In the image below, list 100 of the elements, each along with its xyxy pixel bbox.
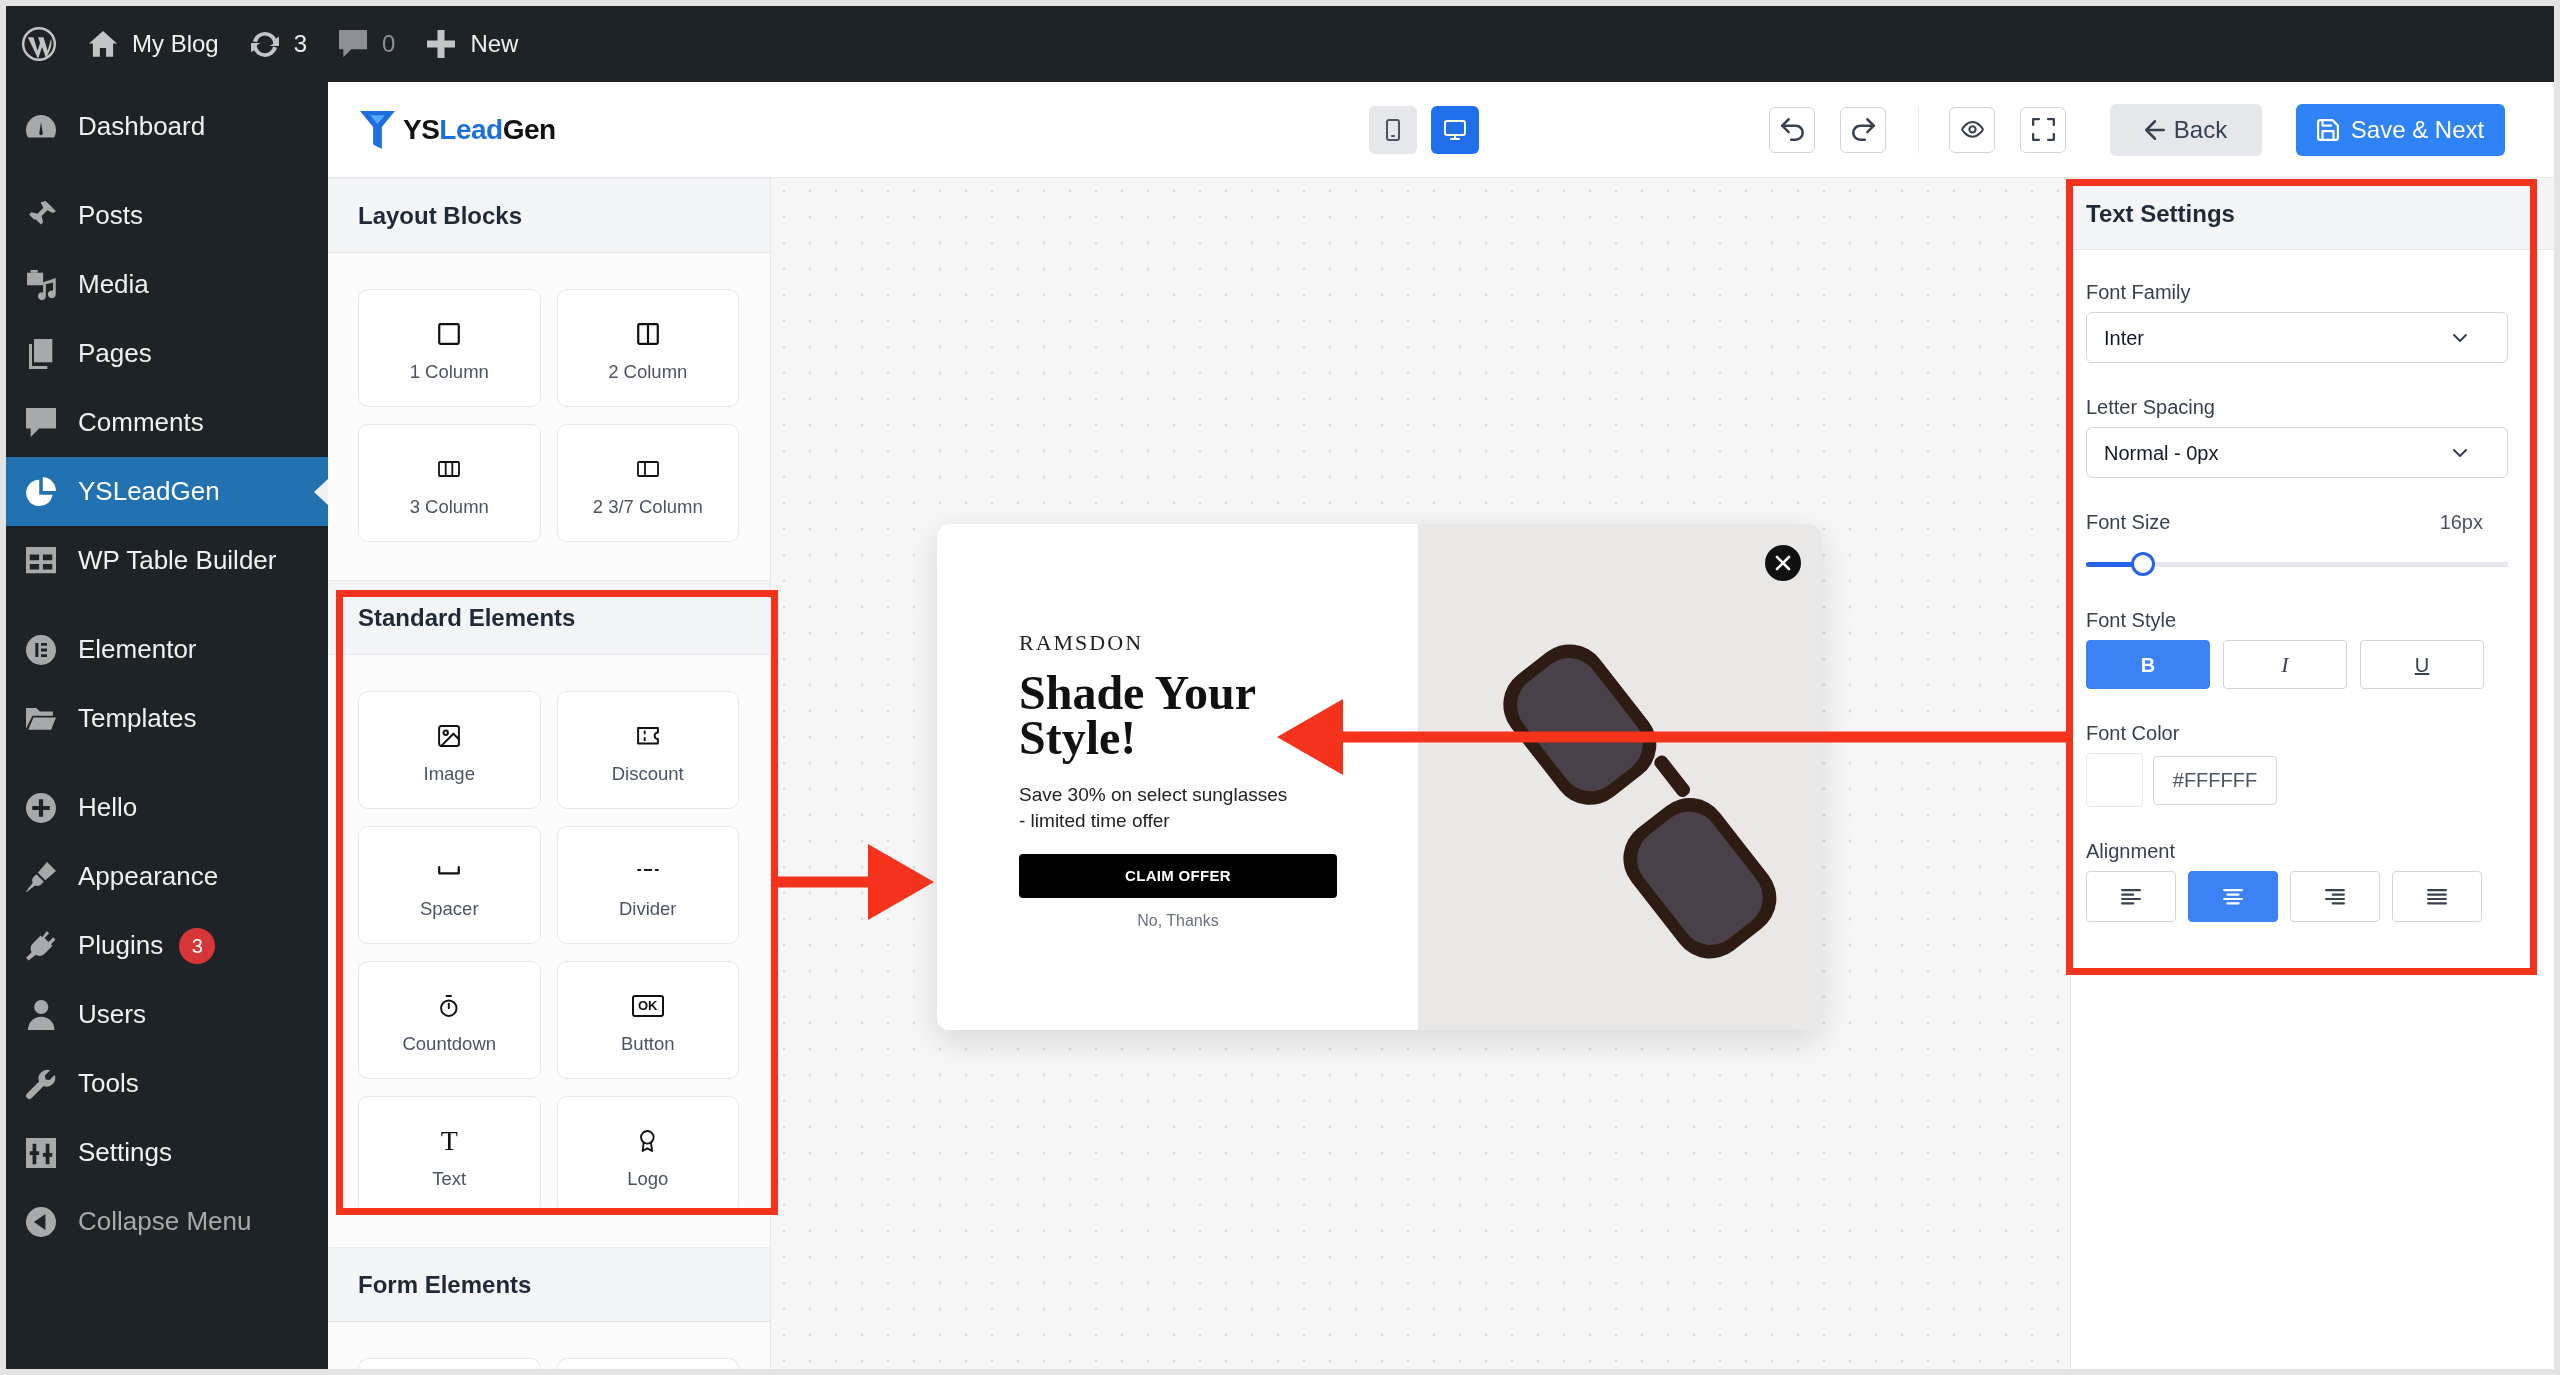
gauge-icon (26, 115, 56, 138)
claim-offer-button[interactable]: CLAIM OFFER (1019, 854, 1337, 898)
count-badge: 3 (179, 927, 216, 964)
fullscreen-button[interactable] (2020, 106, 2066, 153)
sidebar-item[interactable]: Dashboard (6, 92, 328, 161)
block-tile[interactable]: T Text (358, 1096, 541, 1209)
block-tile[interactable]: 2 Column (556, 289, 739, 407)
brand-name: YSLeadGen (403, 112, 556, 147)
arrow-left-icon (2144, 119, 2165, 140)
field-label: Letter Spacing (2086, 395, 2216, 419)
updates-link[interactable]: 3 (250, 31, 308, 57)
save-next-button[interactable]: Save & Next (2296, 103, 2505, 156)
sidebar-item[interactable]: Posts (6, 181, 328, 250)
align-right-icon (2325, 888, 2345, 905)
panel-heading: Text Settings (2071, 178, 2554, 250)
field-label: Font Family (2086, 280, 2192, 304)
section-heading: Layout Blocks (328, 178, 770, 253)
sidebar-item[interactable]: Users (6, 980, 328, 1049)
block-tile[interactable]: Image (358, 691, 541, 809)
font-family-select[interactable]: Inter (2086, 312, 2508, 363)
funnel-logo-icon (360, 110, 395, 149)
new-content-link[interactable]: New (427, 30, 519, 58)
sidebar-item[interactable]: Elementor (6, 615, 328, 684)
align-right-button[interactable] (2290, 871, 2380, 922)
block-tile[interactable]: 2 3/7 Column (556, 424, 739, 542)
ok-icon: OK (632, 994, 664, 1017)
text-icon: T (440, 1128, 458, 1153)
sidebar-item[interactable]: Plugins 3 (6, 911, 328, 980)
block-tile[interactable]: Countdown (358, 961, 541, 1079)
align-justify-button[interactable] (2392, 871, 2482, 922)
bold-toggle[interactable]: B (2086, 640, 2210, 689)
section-heading: Form Elements (328, 1247, 770, 1322)
align-left-button[interactable] (2086, 871, 2176, 922)
slider-thumb[interactable] (2130, 552, 2155, 576)
close-icon (1776, 556, 1790, 570)
dismiss-link[interactable]: No, Thanks (1137, 910, 1219, 932)
comments-link[interactable]: 0 (339, 30, 396, 58)
table-icon (26, 547, 56, 574)
back-button[interactable]: Back (2110, 103, 2262, 156)
two-column-icon (636, 322, 659, 345)
sidebar-item[interactable]: WP Table Builder (6, 526, 328, 595)
block-tile[interactable] (556, 1358, 739, 1369)
wrench-icon (26, 1068, 56, 1099)
popup-description: Save 30% on select sunglasses - limited time offer (1019, 783, 1288, 833)
undo-button[interactable] (1769, 106, 1815, 153)
brand-wordmark: RAMSDON (1019, 630, 1144, 656)
eye-icon (1960, 121, 1984, 138)
sidebar-item[interactable]: YSLeadGen (6, 457, 328, 526)
speech-bubble-icon (339, 30, 368, 58)
stopwatch-icon (440, 994, 459, 1017)
block-tile[interactable]: Spacer (358, 826, 541, 944)
align-justify-icon (2427, 888, 2447, 905)
fullscreen-icon (2031, 118, 2055, 141)
monitor-icon (1443, 119, 1466, 140)
sidebar-item[interactable]: Media (6, 250, 328, 319)
phone-icon (1385, 118, 1400, 141)
sidebar-item[interactable]: Hello (6, 773, 328, 842)
block-tile[interactable] (358, 1358, 541, 1369)
sidebar-item[interactable]: Tools (6, 1049, 328, 1118)
field-label: Font Style (2086, 608, 2178, 632)
divider-icon (636, 869, 659, 872)
camera-note-icon (26, 269, 56, 300)
ticket-icon (636, 726, 659, 745)
w-circle-logo-icon[interactable] (21, 26, 57, 62)
collapse-icon (26, 1206, 56, 1237)
sidebar-item[interactable]: Comments (6, 388, 328, 457)
collapse-menu-button[interactable]: Collapse Menu (6, 1187, 328, 1256)
sidebar-item[interactable]: Pages (6, 319, 328, 388)
pie-chart-icon (26, 476, 56, 507)
redo-button[interactable] (1840, 106, 1886, 153)
align-center-icon (2223, 888, 2243, 905)
user-icon (27, 999, 55, 1030)
block-tile[interactable]: Logo (556, 1096, 739, 1209)
sidebar-item[interactable]: Settings (6, 1118, 328, 1187)
image-icon (438, 724, 461, 747)
mobile-view-button[interactable] (1368, 105, 1417, 154)
sidebar-item[interactable]: Appearance (6, 842, 328, 911)
stacked-pages-icon (29, 338, 53, 369)
block-tile[interactable]: 1 Column (358, 289, 541, 407)
desktop-view-button[interactable] (1430, 105, 1479, 154)
block-tile[interactable]: 3 Column (358, 424, 541, 542)
refresh-icon (250, 31, 279, 57)
sidebar-item[interactable]: Templates (6, 684, 328, 753)
site-name-link[interactable]: My Blog (89, 31, 219, 57)
letter-spacing-select[interactable]: Normal - 0px (2086, 427, 2508, 478)
field-label: Font Color (2086, 721, 2181, 745)
preview-button[interactable] (1949, 106, 1995, 153)
block-tile[interactable]: Discount (556, 691, 739, 809)
plus-icon (427, 30, 456, 58)
undo-icon (1780, 118, 1804, 141)
align-center-button[interactable] (2188, 871, 2278, 922)
chevron-down-icon (2453, 448, 2467, 457)
underline-toggle[interactable]: U (2360, 640, 2484, 689)
block-tile[interactable]: OK Button (556, 961, 739, 1079)
block-tile[interactable]: Divider (556, 826, 739, 944)
color-swatch-icon[interactable] (2086, 753, 2143, 807)
award-icon (640, 1129, 656, 1152)
italic-toggle[interactable]: I (2223, 640, 2347, 689)
hex-input[interactable]: #FFFFFF (2153, 755, 2277, 805)
square-icon (438, 322, 461, 345)
